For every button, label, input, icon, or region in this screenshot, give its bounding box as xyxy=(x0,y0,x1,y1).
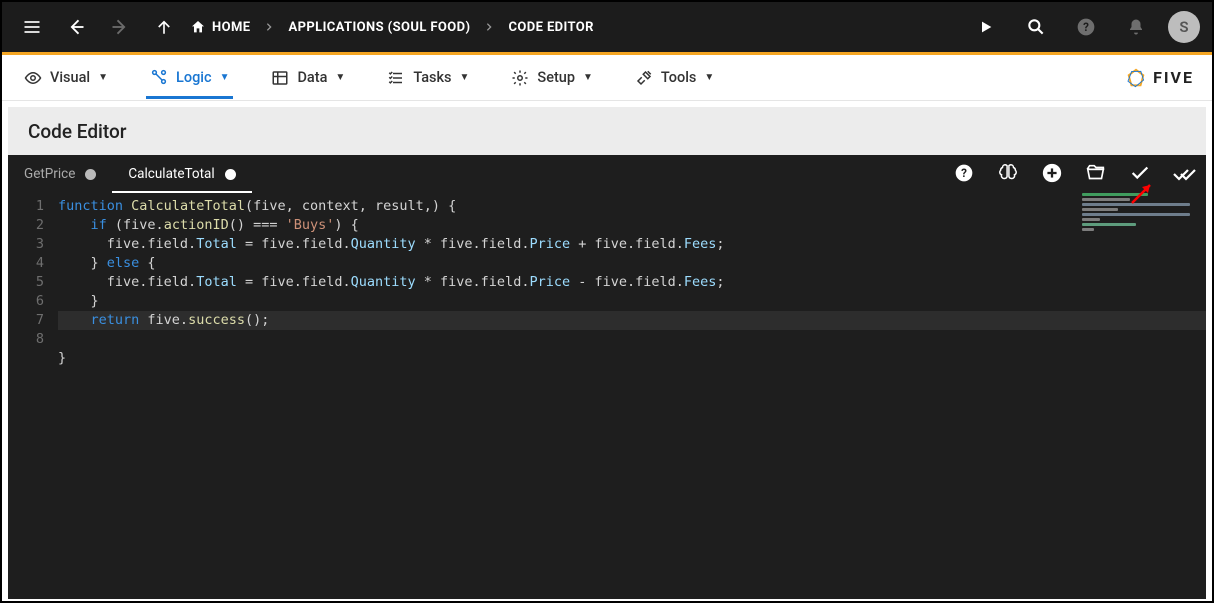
line-number: 7 xyxy=(18,311,44,330)
tab-tools-label: Tools xyxy=(661,69,696,86)
data-icon xyxy=(271,69,289,87)
breadcrumb-page-label: CODE EDITOR xyxy=(508,20,593,35)
chevron-down-icon: ▼ xyxy=(335,72,345,83)
tab-logic-label: Logic xyxy=(176,69,212,86)
editor-help-icon[interactable]: ? xyxy=(950,159,978,187)
back-icon[interactable] xyxy=(58,9,94,45)
home-icon xyxy=(190,19,206,35)
logo-text: FIVE xyxy=(1153,68,1194,87)
up-icon[interactable] xyxy=(146,9,182,45)
editor-actions: ? xyxy=(950,159,1198,187)
logic-icon xyxy=(150,68,168,86)
hamburger-menu-icon[interactable] xyxy=(14,9,50,45)
chevron-right-icon xyxy=(478,22,500,32)
help-icon[interactable]: ? xyxy=(1068,9,1104,45)
tab-tasks[interactable]: Tasks ▼ xyxy=(383,59,473,97)
file-tab-calculatetotal[interactable]: CalculateTotal xyxy=(112,155,251,193)
line-number: 1 xyxy=(18,197,44,216)
forward-icon xyxy=(102,9,138,45)
page-title-text: Code Editor xyxy=(28,120,127,143)
tab-data-label: Data xyxy=(297,69,327,86)
tab-visual[interactable]: Visual ▼ xyxy=(20,59,112,97)
unsaved-dot-icon xyxy=(225,169,236,180)
chevron-down-icon: ▼ xyxy=(583,72,593,83)
page-title: Code Editor xyxy=(8,107,1206,155)
bell-icon[interactable] xyxy=(1118,9,1154,45)
tools-icon xyxy=(635,69,653,87)
gutter: 1 2 3 4 5 6 7 8 xyxy=(8,193,58,599)
brain-icon[interactable] xyxy=(994,159,1022,187)
breadcrumb: HOME APPLICATIONS (SOUL FOOD) CODE EDITO… xyxy=(190,19,594,35)
line-number: 3 xyxy=(18,235,44,254)
search-icon[interactable] xyxy=(1018,9,1054,45)
breadcrumb-code-editor[interactable]: CODE EDITOR xyxy=(508,20,593,35)
line-number: 4 xyxy=(18,254,44,273)
tab-logic[interactable]: Logic ▼ xyxy=(146,58,233,99)
tab-visual-label: Visual xyxy=(50,69,90,86)
play-icon[interactable] xyxy=(968,9,1004,45)
five-logo: FIVE xyxy=(1125,67,1194,89)
tab-tasks-label: Tasks xyxy=(413,69,451,86)
check-icon[interactable] xyxy=(1126,159,1154,187)
tab-setup-label: Setup xyxy=(537,69,575,86)
avatar-initial: S xyxy=(1179,18,1188,36)
breadcrumb-home-label: HOME xyxy=(212,20,250,35)
tasks-icon xyxy=(387,69,405,87)
main-tabbar: Visual ▼ Logic ▼ Data ▼ Tasks ▼ Setup ▼ … xyxy=(2,55,1212,101)
file-tab-label: CalculateTotal xyxy=(128,166,214,182)
editor: GetPrice CalculateTotal ? xyxy=(8,155,1206,599)
file-tab-getprice[interactable]: GetPrice xyxy=(8,155,112,193)
add-icon[interactable] xyxy=(1038,159,1066,187)
unsaved-dot-icon xyxy=(85,169,96,180)
line-number: 5 xyxy=(18,273,44,292)
svg-text:?: ? xyxy=(1083,20,1089,34)
chevron-down-icon: ▼ xyxy=(704,72,714,83)
breadcrumb-home[interactable]: HOME xyxy=(190,19,250,35)
code-content[interactable]: function CalculateTotal(five, context, r… xyxy=(58,193,1206,599)
chevron-down-icon: ▼ xyxy=(220,72,230,83)
line-number: 6 xyxy=(18,292,44,311)
eye-icon xyxy=(24,69,42,87)
line-number: 2 xyxy=(18,216,44,235)
top-bar: HOME APPLICATIONS (SOUL FOOD) CODE EDITO… xyxy=(2,2,1212,52)
gear-icon xyxy=(511,69,529,87)
chevron-right-icon xyxy=(258,22,280,32)
file-tab-label: GetPrice xyxy=(24,166,75,182)
line-number: 8 xyxy=(18,330,44,349)
breadcrumb-applications[interactable]: APPLICATIONS (SOUL FOOD) xyxy=(288,20,470,35)
check-all-icon[interactable] xyxy=(1170,159,1198,187)
avatar[interactable]: S xyxy=(1168,11,1200,43)
chevron-down-icon: ▼ xyxy=(98,72,108,83)
tab-setup[interactable]: Setup ▼ xyxy=(507,59,597,97)
code-area[interactable]: 1 2 3 4 5 6 7 8 function CalculateTotal(… xyxy=(8,193,1206,599)
topbar-right: ? S xyxy=(968,9,1200,45)
chevron-down-icon: ▼ xyxy=(460,72,470,83)
breadcrumb-app-label: APPLICATIONS (SOUL FOOD) xyxy=(288,20,470,35)
folder-open-icon[interactable] xyxy=(1082,159,1110,187)
tab-tools[interactable]: Tools ▼ xyxy=(631,59,718,97)
svg-text:?: ? xyxy=(961,166,967,180)
tab-data[interactable]: Data ▼ xyxy=(267,59,349,97)
logo-icon xyxy=(1125,67,1147,89)
